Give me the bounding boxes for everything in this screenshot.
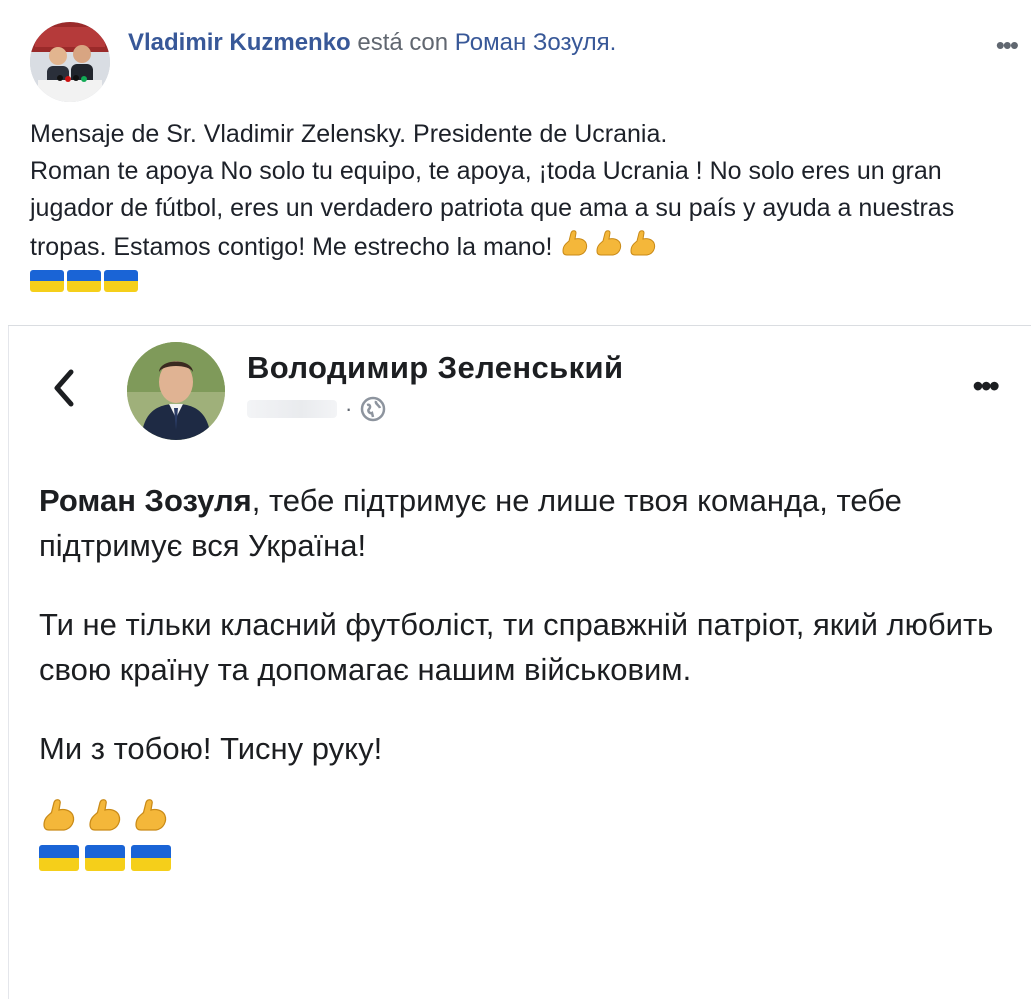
ukraine-flag-icon bbox=[131, 845, 171, 871]
embedded-paragraph-3: Ми з тобою! Тисну руку! bbox=[39, 731, 383, 766]
flexed-biceps-icon bbox=[596, 230, 622, 256]
embedded-author-avatar[interactable] bbox=[127, 342, 225, 440]
mention-link[interactable]: Роман Зозуля bbox=[39, 483, 252, 518]
meta-separator: · bbox=[345, 396, 353, 421]
author-name-link[interactable]: Vladimir Kuzmenko bbox=[128, 29, 351, 56]
flexed-biceps-icon bbox=[43, 799, 75, 831]
back-chevron-icon[interactable] bbox=[49, 366, 79, 410]
facebook-post: Vladimir Kuzmenko está con Роман Зозуля.… bbox=[0, 0, 1031, 999]
redacted-timestamp bbox=[247, 400, 337, 418]
embedded-paragraph-2: Ти не тільки класний футболіст, ти справ… bbox=[39, 607, 994, 687]
with-text: está con bbox=[357, 29, 449, 56]
ukraine-flag-icon bbox=[85, 845, 125, 871]
embedded-post-meta: · bbox=[247, 396, 386, 422]
post-text: Mensaje de Sr. Vladimir Zelensky. Presid… bbox=[30, 116, 1010, 292]
post-text-line-2: Roman te apoya No solo tu equipo, te apo… bbox=[30, 153, 1010, 266]
embedded-post-text: Роман Зозуля, тебе підтримує не лише тво… bbox=[39, 478, 999, 871]
embedded-post-image: Володимир Зеленський · ••• Роман Зозуля,… bbox=[9, 326, 1031, 999]
ukraine-flag-icon bbox=[30, 270, 64, 292]
flag-emoji-group bbox=[30, 270, 1010, 292]
embedded-options-button[interactable]: ••• bbox=[972, 368, 1000, 405]
embedded-author-name[interactable]: Володимир Зеленський bbox=[247, 350, 623, 386]
author-avatar[interactable] bbox=[30, 22, 110, 102]
post-header-line: Vladimir Kuzmenko está con Роман Зозуля. bbox=[128, 26, 616, 60]
flexed-biceps-icon bbox=[630, 230, 656, 256]
embedded-paragraph-1: Роман Зозуля, тебе підтримує не лише тво… bbox=[39, 478, 999, 568]
flexed-biceps-icon bbox=[89, 799, 121, 831]
globe-icon bbox=[361, 396, 386, 422]
post-text-line-1: Mensaje de Sr. Vladimir Zelensky. Presid… bbox=[30, 120, 668, 148]
embedded-muscle-row bbox=[39, 795, 999, 835]
ukraine-flag-icon bbox=[104, 270, 138, 292]
embedded-flag-row bbox=[39, 845, 999, 871]
post-options-button[interactable]: ••• bbox=[996, 30, 1019, 61]
muscle-emoji-group bbox=[559, 227, 659, 259]
post-text-body: Roman te apoya No solo tu equipo, te apo… bbox=[30, 157, 955, 261]
flexed-biceps-icon bbox=[135, 799, 167, 831]
ukraine-flag-icon bbox=[39, 845, 79, 871]
flexed-biceps-icon bbox=[562, 230, 588, 256]
ukraine-flag-icon bbox=[67, 270, 101, 292]
tagged-user-link[interactable]: Роман Зозуля. bbox=[455, 29, 617, 56]
embedded-emoji-block bbox=[39, 795, 999, 871]
